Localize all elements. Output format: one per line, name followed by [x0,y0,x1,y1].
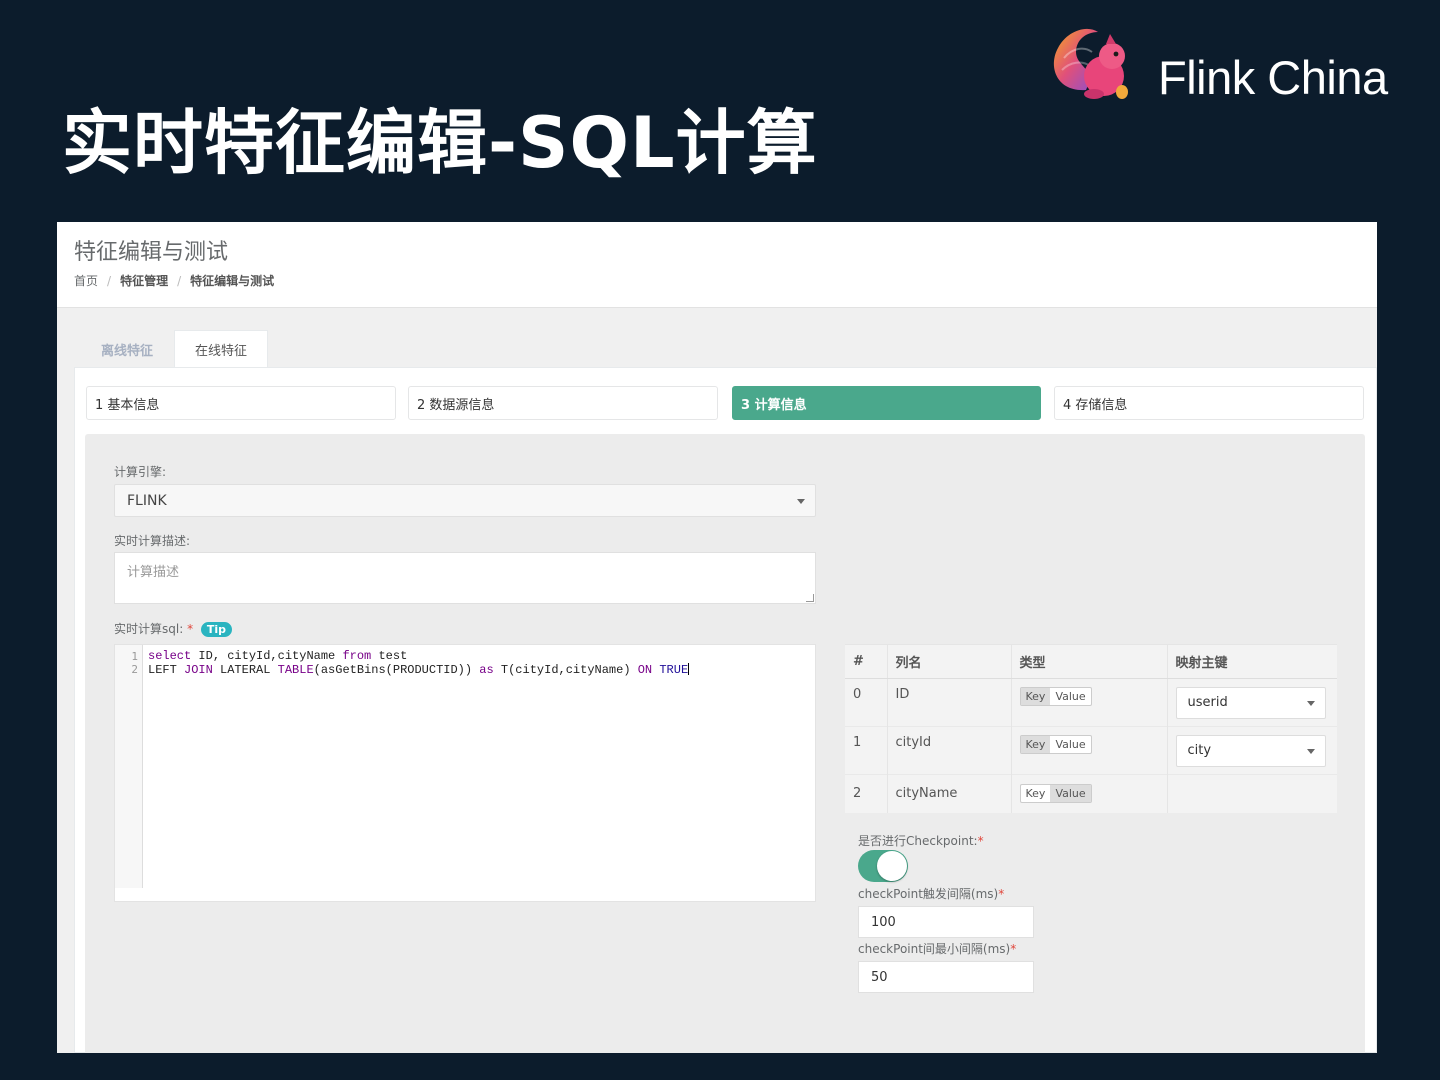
checkpoint-min-pause-input[interactable]: 50 [858,961,1034,993]
row-column-name: ID [886,678,1011,727]
line-number-gutter: 1 2 [115,645,143,888]
chevron-down-icon [1306,700,1315,706]
toggle-knob [877,851,907,881]
checkpoint-toggle[interactable] [858,850,908,882]
value-option[interactable]: Value [1050,785,1091,803]
column-header: # [845,644,887,679]
tab-offline-feature[interactable]: 离线特征 [80,330,174,368]
table-header-row: # 列名 类型 映射主键 [845,644,1337,679]
breadcrumb: 首页 / 特征管理 / 特征编辑与测试 [74,272,275,289]
step-basic-info[interactable]: 1 基本信息 [86,386,396,420]
engine-select[interactable]: FLINK [114,484,816,517]
resize-handle-icon[interactable] [806,594,814,602]
breadcrumb-current: 特征编辑与测试 [190,274,275,288]
engine-label: 计算引擎: [114,465,167,479]
sql-line-1: select ID, cityId,cityName from test [148,649,408,663]
chevron-down-icon [1306,748,1315,754]
type-toggle: Key Value [1010,726,1167,775]
squirrel-icon [1053,28,1128,99]
value-option[interactable]: Value [1050,736,1090,753]
row-index: 2 [845,774,887,813]
chevron-down-icon [797,498,805,504]
row-index: 0 [845,678,887,727]
value-option[interactable]: Value [1050,688,1090,705]
sql-line-2: LEFT JOIN LATERAL TABLE(asGetBins(PRODUC… [148,663,690,677]
row-column-name: cityId [886,726,1011,775]
breadcrumb-home[interactable]: 首页 [74,272,98,289]
description-placeholder: 计算描述 [127,565,180,580]
checkpoint-interval-input[interactable]: 100 [858,906,1034,938]
mapping-cell: userid [1166,678,1337,727]
slide-title: 实时特征编辑-SQL计算 [62,102,818,184]
logo-text: Flink China [1158,51,1388,104]
text-cursor [688,663,690,675]
column-mapping-table: # 列名 类型 映射主键 0 ID Key Value userid 1 cit… [845,644,1337,813]
tab-online-feature[interactable]: 在线特征 [174,330,268,368]
row-column-name: cityName [886,774,1011,813]
step-storage-info[interactable]: 4 存储信息 [1054,386,1364,420]
type-toggle: Key Value [1010,774,1167,813]
mapping-cell: city [1166,726,1337,775]
line-number: 1 [131,650,138,663]
column-header: 映射主键 [1166,644,1337,679]
step-datasource-info[interactable]: 2 数据源信息 [408,386,718,420]
checkpoint-min-pause-label: checkPoint间最小间隔(ms)* [858,942,1017,956]
key-option[interactable]: Key [1020,688,1051,705]
mapping-cell [1166,774,1337,813]
description-label: 实时计算描述: [114,534,191,548]
breadcrumb-feature-management[interactable]: 特征管理 [120,272,168,289]
key-option[interactable]: Key [1021,785,1051,802]
key-option[interactable]: Key [1020,736,1051,753]
compute-info-panel: 计算引擎: FLINK 实时计算描述: 计算描述 实时计算sql: * Tip … [85,434,1365,1053]
type-toggle: Key Value [1010,678,1167,727]
app-window: 特征编辑与测试 首页 / 特征管理 / 特征编辑与测试 离线特征 在线特征 1 … [57,222,1377,1053]
checkpoint-interval-label: checkPoint触发间隔(ms)* [858,887,1005,901]
description-textarea[interactable]: 计算描述 [114,552,816,604]
column-header: 类型 [1010,644,1167,679]
page-header: 特征编辑与测试 首页 / 特征管理 / 特征编辑与测试 [57,222,1377,308]
required-mark: * [187,622,194,636]
feature-tabs: 离线特征 在线特征 [80,330,268,368]
step-compute-info[interactable]: 3 计算信息 [732,386,1041,420]
row-index: 1 [845,726,887,775]
page-title: 特征编辑与测试 [74,240,229,265]
table-row: 1 cityId Key Value city [845,726,1337,775]
checkpoint-enable-label: 是否进行Checkpoint:* [858,834,984,848]
mapping-select-city[interactable]: city [1175,734,1326,767]
table-row: 2 cityName Key Value [845,774,1337,813]
sql-label: 实时计算sql: * Tip [114,620,233,637]
engine-select-value: FLINK [127,492,167,509]
flink-logo: Flink China [1046,18,1406,108]
line-number: 2 [131,663,138,676]
tab-content: 1 基本信息 2 数据源信息 3 计算信息 4 存储信息 计算引擎: FLINK… [74,367,1377,1053]
sql-editor[interactable]: 1 2 select ID, cityId,cityName from test… [114,644,816,902]
tip-badge[interactable]: Tip [200,622,233,637]
table-row: 0 ID Key Value userid [845,678,1337,727]
column-header: 列名 [886,644,1011,679]
mapping-select-userid[interactable]: userid [1175,686,1326,719]
